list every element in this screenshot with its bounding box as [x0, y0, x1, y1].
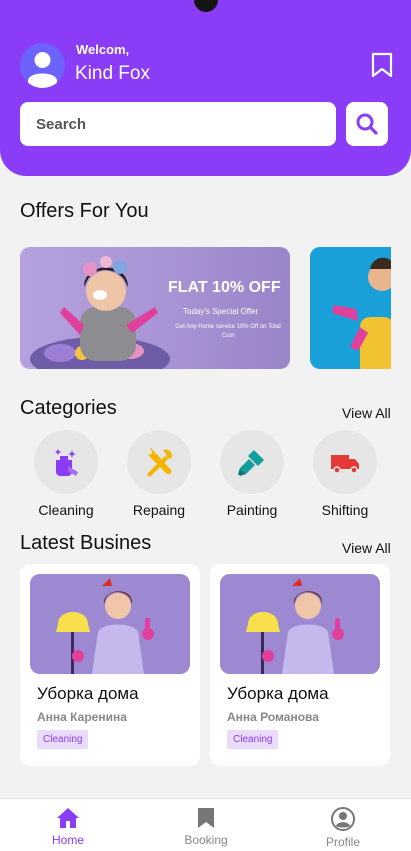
- cleaner-person-image: [220, 574, 380, 674]
- category-label: Repaing: [132, 502, 186, 518]
- cleaner-person-image: [30, 574, 190, 674]
- business-owner: Анна Каренина: [37, 710, 127, 724]
- nav-item-booking[interactable]: Booking: [166, 807, 246, 847]
- category-icon-circle: [313, 430, 377, 494]
- offer-person-image: [30, 256, 170, 369]
- nav-item-home[interactable]: Home: [28, 807, 108, 847]
- nav-label: Home: [51, 833, 84, 847]
- username-text: Kind Fox: [75, 63, 150, 84]
- business-owner: Анна Романова: [227, 710, 319, 724]
- bookmarks-button[interactable]: [370, 52, 394, 78]
- business-title: Уборка дома: [37, 684, 139, 703]
- category-shifting[interactable]: Shifting: [305, 430, 385, 518]
- bookmark-outline-icon: [371, 52, 393, 78]
- latest-view-all-link[interactable]: View All: [342, 540, 391, 556]
- tools-icon: [146, 448, 172, 477]
- search-field[interactable]: [20, 102, 336, 146]
- category-icon-circle: [34, 430, 98, 494]
- profile-icon: [331, 807, 355, 831]
- business-card[interactable]: Уборка дома Анна Романова Cleaning: [210, 564, 390, 766]
- category-label: Painting: [226, 502, 278, 518]
- offer-subtitle: Today's Special Offer: [183, 307, 259, 316]
- business-image: [220, 574, 380, 674]
- bottom-navigation: Home Booking Profile: [0, 798, 411, 851]
- offers-title: Offers For You: [20, 200, 149, 222]
- business-category-tag: Cleaning: [37, 730, 89, 749]
- offer-description: Get Any Home service 10% Off on Total Co…: [175, 324, 281, 339]
- category-label: Shifting: [321, 502, 369, 518]
- cleaning-icon: [55, 449, 78, 476]
- offer-card-next[interactable]: [310, 247, 391, 369]
- categories-view-all-link[interactable]: View All: [342, 405, 391, 421]
- truck-icon: [331, 455, 359, 474]
- offer-headline: FLAT 10% OFF: [168, 279, 281, 296]
- categories-title: Categories: [20, 397, 117, 419]
- category-label: Cleaning: [38, 502, 94, 518]
- avatar[interactable]: [20, 43, 65, 88]
- category-painting[interactable]: Painting: [212, 430, 292, 518]
- search-icon: [356, 113, 378, 135]
- search-input[interactable]: [20, 102, 336, 146]
- category-icon-circle: [127, 430, 191, 494]
- business-card[interactable]: Уборка дома Анна Каренина Cleaning: [20, 564, 200, 766]
- business-category-tag: Cleaning: [227, 730, 279, 749]
- category-icon-circle: [220, 430, 284, 494]
- nav-label: Booking: [184, 833, 228, 847]
- category-cleaning[interactable]: Cleaning: [26, 430, 106, 518]
- business-image: [30, 574, 190, 674]
- latest-business-title: Latest Busines: [20, 532, 152, 554]
- offer-card[interactable]: FLAT 10% OFF Today's Special Offer Get A…: [20, 247, 290, 369]
- home-icon: [57, 808, 79, 828]
- bookmark-icon: [198, 808, 214, 828]
- user-avatar-icon: [28, 52, 57, 88]
- category-repairing[interactable]: Repaing: [119, 430, 199, 518]
- paint-brush-icon: [238, 450, 264, 476]
- nav-item-profile[interactable]: Profile: [303, 807, 383, 849]
- offer-person-image: [332, 257, 391, 369]
- search-button[interactable]: [346, 102, 388, 146]
- nav-label: Profile: [325, 835, 360, 849]
- greeting-text: Welcom,: [76, 42, 130, 57]
- business-title: Уборка дома: [227, 684, 329, 703]
- header: Welcom, Kind Fox: [0, 0, 411, 176]
